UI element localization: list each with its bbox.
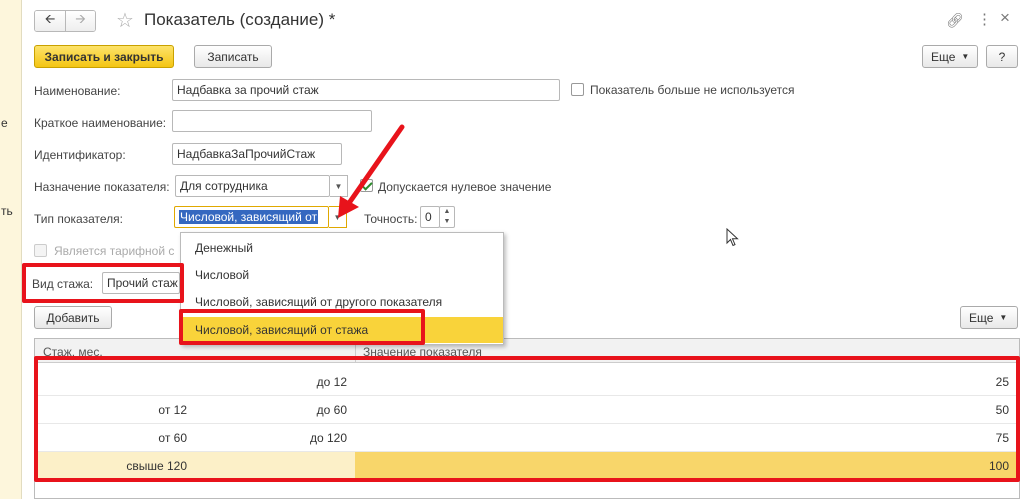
form-window: 🡨 🡪 ☆ Показатель (создание) * 🔗︎ ⋮ × Зап… — [22, 0, 1024, 499]
strip-text: е — [1, 116, 8, 130]
parent-window-strip: е ть — [0, 0, 22, 499]
strip-text: ть — [1, 204, 13, 218]
annotation-arrow — [338, 124, 405, 218]
